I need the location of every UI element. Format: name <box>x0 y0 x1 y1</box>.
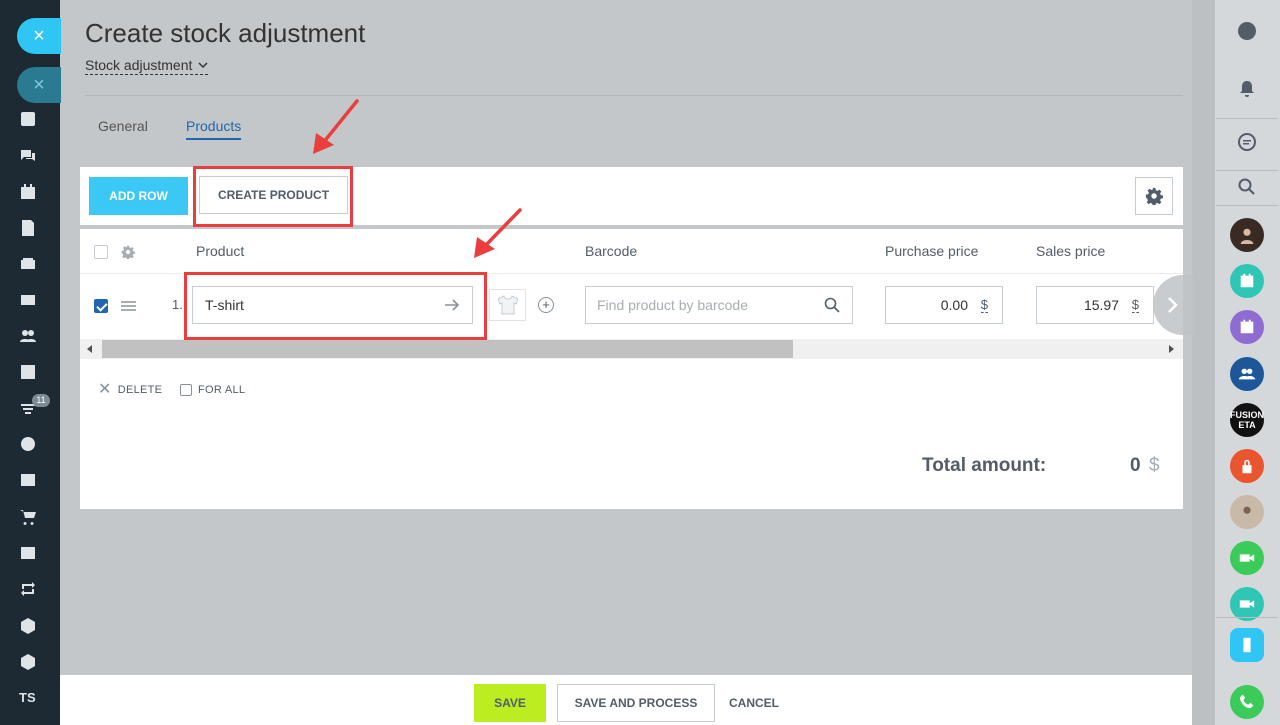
box-icon[interactable] <box>19 653 37 671</box>
calendar-chat-icon[interactable] <box>1230 264 1264 298</box>
sync-icon[interactable] <box>19 580 37 598</box>
mobile-app-icon[interactable] <box>1230 628 1264 662</box>
purchase-price-input[interactable]: 0.00 $ <box>885 286 1003 324</box>
currency-selector[interactable]: $ <box>1131 297 1139 313</box>
user-avatar[interactable] <box>1230 218 1264 252</box>
for-all-checkbox[interactable]: FOR ALL <box>180 384 245 396</box>
column-header-sales-price: Sales price <box>1036 243 1106 259</box>
add-product-variant-button[interactable]: + <box>538 297 554 313</box>
tasks-icon[interactable] <box>19 363 37 381</box>
annotation-arrow <box>313 99 359 154</box>
feed-icon[interactable] <box>19 110 37 128</box>
user-avatar[interactable] <box>1230 495 1264 529</box>
cart-icon[interactable] <box>19 508 37 526</box>
calendar-icon[interactable] <box>19 183 37 201</box>
total-amount-label: Total amount: <box>922 455 1047 476</box>
close-slider-button[interactable]: × <box>17 18 61 54</box>
row-number: 1. <box>172 297 183 312</box>
user-initials[interactable]: TS <box>19 690 36 705</box>
sales-price-input[interactable]: 15.97 $ <box>1036 286 1154 324</box>
tshirt-icon <box>496 295 519 315</box>
search-icon[interactable] <box>1236 176 1258 198</box>
document-icon[interactable] <box>19 219 37 237</box>
video-call-icon[interactable] <box>1230 587 1264 621</box>
page-title: Create stock adjustment <box>85 18 366 48</box>
close-icon: × <box>33 74 45 96</box>
scroll-left-arrow-icon[interactable] <box>87 345 92 353</box>
lock-icon[interactable] <box>1230 449 1264 483</box>
counter-badge: 11 <box>32 394 50 407</box>
barcode-input[interactable]: Find product by barcode <box>585 286 853 324</box>
box-icon[interactable] <box>19 617 37 635</box>
fusion-eta-avatar[interactable]: FUSION ETA <box>1230 403 1264 437</box>
right-scroll-strip <box>1192 0 1214 725</box>
drive-icon[interactable] <box>19 255 37 273</box>
chevron-down-icon <box>198 62 208 69</box>
divider <box>1216 205 1278 206</box>
grid-header: Product Barcode Purchase price Sales pri… <box>80 229 1183 274</box>
window-icon[interactable] <box>19 471 37 489</box>
messages-icon[interactable] <box>1236 131 1258 153</box>
column-header-purchase-price: Purchase price <box>885 243 979 259</box>
save-button[interactable]: SAVE <box>474 684 546 722</box>
horizontal-scrollbar[interactable] <box>80 339 1183 359</box>
grid-settings-button[interactable] <box>1135 177 1173 215</box>
group-chat-icon[interactable] <box>1230 357 1264 391</box>
gear-icon <box>1145 187 1163 205</box>
total-currency: $ <box>1149 455 1160 476</box>
delete-action[interactable]: ✕ DELETE <box>98 381 162 398</box>
scroll-right-arrow-icon[interactable] <box>1169 345 1174 353</box>
divider <box>1216 118 1278 119</box>
total-amount-value: 0 <box>1130 455 1141 476</box>
highlight-box-create-product <box>193 166 353 227</box>
products-grid: Product Barcode Purchase price Sales pri… <box>80 229 1183 509</box>
document-type-selector[interactable]: Stock adjustment <box>85 57 209 75</box>
divider <box>1216 170 1278 171</box>
highlight-box-product-field <box>184 272 487 340</box>
calendar-chat-icon[interactable] <box>1230 310 1264 344</box>
sales-price-value: 15.97 <box>1083 297 1119 313</box>
scrollbar-thumb[interactable] <box>102 340 793 358</box>
mail-icon[interactable] <box>19 291 37 309</box>
add-row-button[interactable]: ADD ROW <box>89 177 188 215</box>
save-and-process-button[interactable]: SAVE AND PROCESS <box>557 684 715 722</box>
id-card-icon[interactable] <box>19 544 37 562</box>
column-header-barcode: Barcode <box>585 243 638 259</box>
document-type-label: Stock adjustment <box>85 57 193 73</box>
header-divider <box>85 95 1183 96</box>
footer-button-bar: SAVE SAVE AND PROCESS CANCEL <box>60 675 1192 725</box>
column-settings-icon[interactable] <box>121 245 135 260</box>
purchase-price-value: 0.00 <box>940 297 968 313</box>
divider <box>1216 617 1278 618</box>
close-icon: × <box>33 25 45 47</box>
help-icon[interactable] <box>1236 20 1258 42</box>
checkbox-box <box>180 384 192 396</box>
chat-icon[interactable] <box>19 147 37 165</box>
target-icon[interactable] <box>19 435 37 453</box>
search-icon[interactable] <box>823 296 841 314</box>
select-all-checkbox[interactable] <box>94 245 108 259</box>
left-sidebar: × × 11 TS <box>0 0 61 725</box>
tab-products[interactable]: Products <box>186 118 242 140</box>
drag-handle-icon[interactable] <box>121 301 136 311</box>
row-checkbox[interactable] <box>94 299 108 313</box>
close-icon: ✕ <box>98 381 112 398</box>
contacts-icon[interactable] <box>19 327 37 345</box>
notification-bell-icon[interactable] <box>1236 78 1258 100</box>
barcode-placeholder: Find product by barcode <box>597 297 748 313</box>
chevron-right-icon <box>1168 297 1178 313</box>
tab-general[interactable]: General <box>98 118 148 134</box>
column-header-product: Product <box>196 243 245 259</box>
video-call-icon[interactable] <box>1230 541 1264 575</box>
cancel-button[interactable]: CANCEL <box>729 684 779 722</box>
close-slider-button-secondary[interactable]: × <box>17 67 61 103</box>
product-image-thumbnail[interactable] <box>489 289 526 321</box>
currency-selector[interactable]: $ <box>980 297 988 313</box>
phone-icon[interactable] <box>1230 685 1264 719</box>
